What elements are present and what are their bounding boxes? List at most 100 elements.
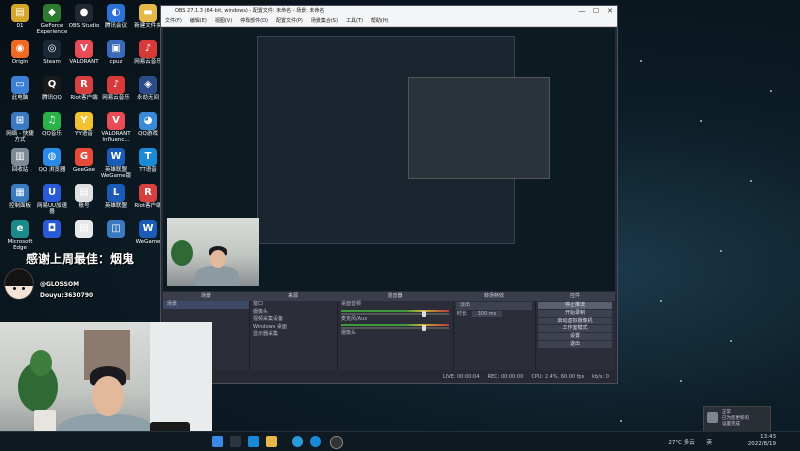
app-icon: ⊞: [11, 112, 29, 130]
desktop-icon[interactable]: U 网易UU加速器: [36, 182, 68, 215]
nested-screen-capture: [257, 36, 550, 244]
search-icon[interactable]: [230, 436, 241, 447]
star-particle: [750, 180, 752, 182]
desktop-icon[interactable]: ⊞ 网络 - 快捷方式: [4, 110, 36, 143]
desktop-icon[interactable]: V VALORANT: [68, 38, 100, 65]
obs-title-bar[interactable]: OBS 27.1.3 (64-bit, windows) - 配置文件: 未命名…: [161, 6, 617, 17]
desktop-icon[interactable]: ▣ cpuz: [100, 38, 132, 65]
desktop-icon[interactable]: ▭ 此电脑: [4, 74, 36, 101]
qq-browser-icon[interactable]: [292, 436, 303, 447]
source-item[interactable]: 显示器采集: [249, 331, 337, 339]
studio-mode-button[interactable]: 工作室模式: [538, 325, 612, 333]
app-icon: W: [139, 220, 157, 238]
desktop-icon[interactable]: W 英雄联盟 WeGame版: [100, 146, 132, 179]
desktop-icon-label: YY语音: [75, 131, 93, 137]
notification-toast[interactable]: 正常 已为您更新的 设置完成: [703, 406, 771, 432]
obs-preview-canvas[interactable]: [163, 28, 615, 291]
transitions-header: 转场特效: [453, 292, 535, 301]
stop-streaming-button[interactable]: 停止推流: [538, 302, 612, 309]
audio-meter: [341, 309, 449, 312]
desktop-icon[interactable]: ◆ GeForce Experience: [36, 2, 68, 35]
desktop-icon[interactable]: Q 腾讯QQ: [36, 74, 68, 101]
desktop-icon-label: 网易UU加速器: [36, 203, 68, 215]
desktop-icon-label: 此电脑: [11, 95, 29, 101]
menu-docks[interactable]: 停靠部件(D): [240, 17, 268, 26]
source-item[interactable]: Windows 桌面: [249, 324, 337, 332]
desktop-icon-label: 英雄联盟: [104, 203, 127, 209]
source-item[interactable]: 摄像头: [249, 309, 337, 317]
clock[interactable]: 13:43 2022/8/19: [748, 434, 776, 448]
desktop-icon-label: 腾讯会议: [104, 23, 127, 29]
desktop-icon[interactable]: L 英雄联盟: [100, 182, 132, 209]
app-icon: e: [11, 220, 29, 238]
settings-button[interactable]: 设置: [538, 333, 612, 340]
desktop-icon[interactable]: ♪ 网易云音乐: [100, 74, 132, 101]
volume-slider[interactable]: [341, 310, 449, 317]
desktop-icon[interactable]: ◍ QQ 浏览器: [36, 146, 68, 173]
app-icon: ◍: [43, 148, 61, 166]
desktop-icon-label: QQ 浏览器: [38, 167, 66, 173]
exit-button[interactable]: 退出: [538, 340, 612, 348]
star-particle: [700, 120, 702, 122]
menu-scene-collection[interactable]: 场景集合(S): [311, 17, 338, 26]
menu-edit[interactable]: 编辑(E): [190, 17, 207, 26]
sources-header: 来源: [249, 292, 337, 301]
desktop-icon[interactable]: Y YY语音: [68, 110, 100, 137]
source-item[interactable]: 视频采集设备: [249, 316, 337, 324]
obs-taskbar-icon[interactable]: [330, 436, 343, 449]
start-recording-button[interactable]: 开始录制: [538, 309, 612, 317]
desktop-icon[interactable]: R Riot客户端: [68, 74, 100, 101]
maximize-button[interactable]: ☐: [589, 6, 603, 17]
app-icon: ▥: [11, 148, 29, 166]
menu-view[interactable]: 视图(V): [215, 17, 232, 26]
start-icon[interactable]: [212, 436, 223, 447]
overlay-handle: @GLOSSOM: [40, 281, 80, 288]
menu-tools[interactable]: 工具(T): [346, 17, 363, 26]
desktop-icon[interactable]: ▤ 01: [4, 2, 36, 29]
close-button[interactable]: ✕: [603, 6, 617, 17]
mixer-header: 混音器: [337, 292, 453, 301]
app-icon: ▤: [11, 4, 29, 22]
desktop-icon-label: cpuz: [109, 59, 123, 65]
desktop-icon[interactable]: e Microsoft Edge: [4, 218, 36, 251]
minimize-button[interactable]: —: [575, 6, 589, 17]
source-item[interactable]: 窗口: [249, 301, 337, 309]
app-icon: R: [75, 76, 93, 94]
file-explorer-icon[interactable]: [266, 436, 277, 447]
menu-help[interactable]: 帮助(H): [371, 17, 389, 26]
app-icon: R: [139, 184, 157, 202]
virtual-camera-button[interactable]: 启动虚拟摄像机: [538, 317, 612, 325]
app-icon: ◎: [43, 40, 61, 58]
desktop-icon[interactable]: ▦ 控制面板: [4, 182, 36, 209]
scene-item[interactable]: 场景: [163, 301, 249, 309]
app-icon: ▬: [139, 4, 157, 22]
live-status: LIVE: 00:00:04: [442, 374, 480, 380]
app-icon: ●: [75, 4, 93, 22]
desktop-icon[interactable]: ● OBS Studio: [68, 2, 100, 29]
menu-file[interactable]: 文件(F): [165, 17, 182, 26]
desktop-icon[interactable]: ▤ 账号: [68, 182, 100, 209]
desktop-icon[interactable]: ♫ QQ音乐: [36, 110, 68, 137]
desktop-icon[interactable]: ◎ Steam: [36, 38, 68, 65]
transition-select[interactable]: 淡出: [456, 302, 532, 310]
desktop-icon[interactable]: ◘: [36, 218, 68, 239]
app-icon[interactable]: [310, 436, 321, 447]
desktop-icon[interactable]: ▥ 回收站: [4, 146, 36, 173]
desktop-icon[interactable]: ▤: [68, 218, 100, 239]
weather-text[interactable]: 27°C 多云: [668, 440, 694, 446]
app-icon: ♪: [107, 76, 125, 94]
desktop-icon[interactable]: ◫: [100, 218, 132, 239]
toast-line: 设置完成: [722, 422, 740, 427]
duration-input[interactable]: 300 ms: [471, 310, 503, 317]
edge-icon[interactable]: [248, 436, 259, 447]
obs-window[interactable]: OBS 27.1.3 (64-bit, windows) - 配置文件: 未命名…: [160, 5, 618, 384]
desktop-icon[interactable]: V VALORANT Influenc...: [100, 110, 132, 143]
desktop-icon[interactable]: ◉ Origin: [4, 38, 36, 65]
menu-profile[interactable]: 配置文件(P): [276, 17, 303, 26]
bitrate-status: kb/s: 0: [592, 374, 609, 380]
input-language[interactable]: 英: [706, 440, 712, 446]
app-icon: ♪: [139, 40, 157, 58]
desktop-icon[interactable]: ◐ 腾讯会议: [100, 2, 132, 29]
volume-slider[interactable]: [341, 325, 449, 331]
desktop-icon[interactable]: G GeeGee: [68, 146, 100, 173]
